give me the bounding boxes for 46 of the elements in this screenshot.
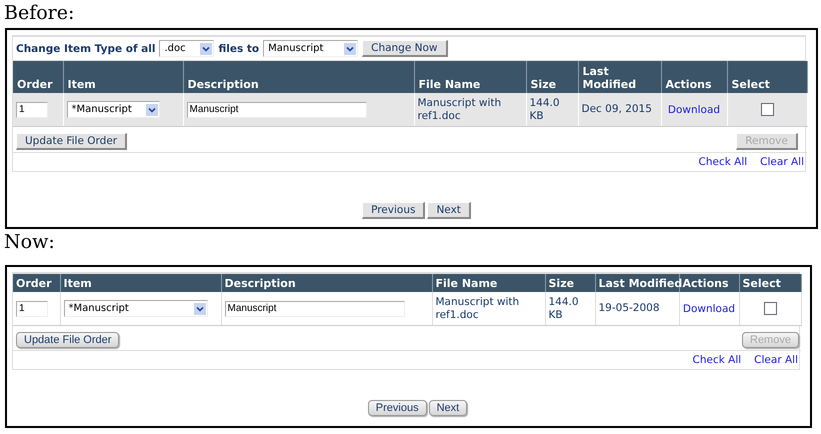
column-header: Description xyxy=(221,274,432,292)
file-name: Manuscript with ref1.doc xyxy=(436,296,520,320)
order-field[interactable]: 1 xyxy=(16,102,48,118)
extension-select[interactable]: .doc xyxy=(159,40,214,57)
section-heading: Now: xyxy=(3,230,56,255)
update-order-button[interactable]: Update File Order xyxy=(16,133,128,150)
update-order-button[interactable]: Update File Order xyxy=(16,332,120,348)
order-field[interactable]: 1 xyxy=(16,300,48,316)
modified-date: Dec 09, 2015 xyxy=(582,103,652,115)
column-header: Order xyxy=(13,61,63,93)
column-header: Last Modified xyxy=(578,61,661,93)
modified-date: 19-05-2008 xyxy=(598,302,660,314)
column-header: Description xyxy=(183,61,414,93)
selection-link[interactable]: Check All xyxy=(698,156,748,168)
change-now-button[interactable]: Change Now xyxy=(362,40,448,57)
column-header: Item xyxy=(63,61,183,93)
file-size: 144.0 KB xyxy=(530,96,560,122)
selection-link[interactable]: Check All xyxy=(692,354,742,366)
selection-link[interactable]: Clear All xyxy=(754,354,798,366)
select-checkbox[interactable] xyxy=(764,302,776,315)
pager-button[interactable]: Next xyxy=(428,400,468,416)
change-label: files to xyxy=(218,42,260,54)
column-header: Item xyxy=(60,274,221,292)
column-header: File Name xyxy=(432,274,545,292)
column-header: Select xyxy=(739,274,801,292)
description-field[interactable]: Manuscript xyxy=(186,102,366,118)
description-field[interactable]: Manuscript xyxy=(224,300,404,316)
item-select[interactable]: *Manuscript xyxy=(64,300,208,317)
file-size: 144.0 KB xyxy=(548,296,579,320)
type-select[interactable]: Manuscript xyxy=(263,40,358,57)
pager-button[interactable]: Next xyxy=(427,202,471,219)
select-checkbox[interactable] xyxy=(760,103,774,116)
column-header: Order xyxy=(13,274,60,292)
pager-button[interactable]: Previous xyxy=(368,400,427,416)
pager-button[interactable]: Previous xyxy=(362,202,426,219)
section-heading: Before: xyxy=(3,1,76,26)
selection-link[interactable]: Clear All xyxy=(760,156,804,168)
column-header: Select xyxy=(727,61,807,93)
item-select[interactable]: *Manuscript xyxy=(66,101,160,118)
column-header: File Name xyxy=(414,61,526,93)
file-name: Manuscript with ref1.doc xyxy=(418,96,502,122)
column-header: Actions xyxy=(661,61,727,93)
download-link[interactable]: Download xyxy=(682,302,736,314)
change-label: Change Item Type of all xyxy=(16,42,156,54)
column-header: Size xyxy=(526,61,578,93)
column-header: Size xyxy=(545,274,595,292)
